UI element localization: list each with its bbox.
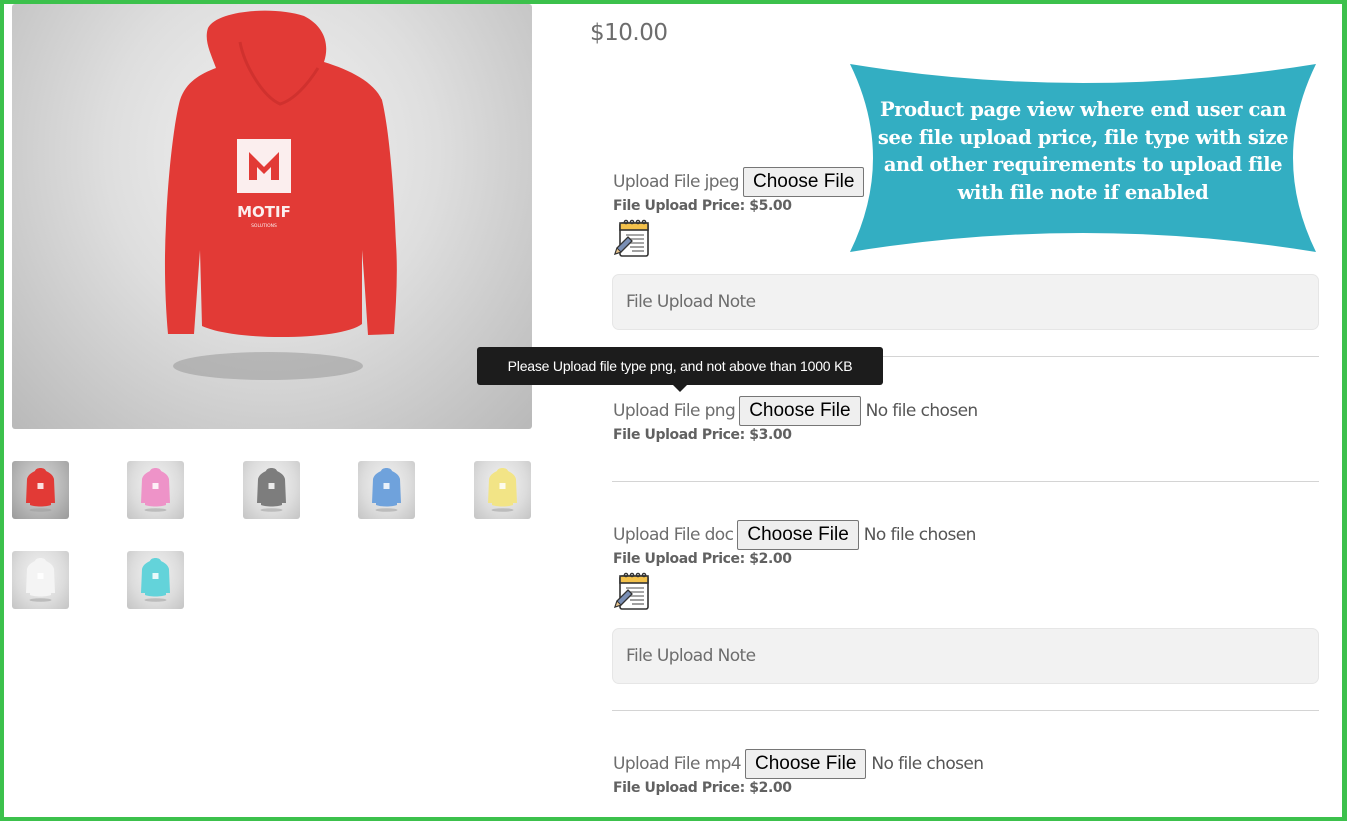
upload-price: File Upload Price: $2.00 [613,551,792,567]
hoodie-thumbnail-icon [141,468,170,512]
divider [612,710,1319,711]
choose-file-button[interactable]: Choose File [739,396,861,426]
upload-label: Upload File mp4 [613,754,742,774]
file-status: No file chosen [865,401,979,421]
hoodie-thumbnail-icon [372,468,401,512]
choose-file-button[interactable]: Choose File [737,520,859,550]
hoodie-thumbnail-icon [257,468,286,512]
hoodie-thumbnail-icon [141,558,170,602]
thumbnail-white-hoodie[interactable] [12,551,69,609]
choose-file-button[interactable]: Choose File [743,167,865,197]
product-main-image[interactable]: MOTIF SOLUTIONS [12,4,532,429]
divider [612,481,1319,482]
thumbnail-grey-hoodie[interactable] [243,461,300,519]
hoodie-thumbnail-icon [26,468,55,512]
hoodie-thumbnail-icon [488,468,517,512]
choose-file-button[interactable]: Choose File [745,749,867,779]
upload-label: Upload File jpeg [613,172,740,192]
svg-text:SOLUTIONS: SOLUTIONS [251,223,277,229]
brand-logo-text: MOTIF [237,203,291,221]
upload-field-png: Upload File png Choose File No file chos… [613,396,978,443]
thumbnail-pink-hoodie[interactable] [127,461,184,519]
thumbnail-turquoise-hoodie[interactable] [127,551,184,609]
upload-label: Upload File doc [613,525,734,545]
upload-field-mp4: Upload File mp4 Choose File No file chos… [613,749,984,796]
upload-label: Upload File png [613,401,736,421]
notepad-icon[interactable] [613,571,651,611]
file-upload-note-input-jpeg[interactable] [612,274,1319,330]
callout-text: Product page view where end user can see… [877,98,1289,204]
upload-price: File Upload Price: $3.00 [613,427,792,443]
product-price: $10.00 [590,20,668,46]
thumbnail-red-hoodie[interactable] [12,461,69,519]
hoodie-image: MOTIF SOLUTIONS [164,10,397,380]
callout-banner: Product page view where end user can see… [850,64,1316,252]
hoodie-thumbnail-icon [26,558,55,602]
upload-price: File Upload Price: $2.00 [613,780,792,796]
file-requirements-tooltip: Please Upload file type png, and not abo… [477,347,883,392]
thumbnail-yellow-hoodie[interactable] [474,461,531,519]
notepad-icon[interactable] [613,218,651,258]
thumbnail-blue-hoodie[interactable] [358,461,415,519]
file-status: No file chosen [863,525,977,545]
file-upload-note-input-doc[interactable] [612,628,1319,684]
upload-field-doc: Upload File doc Choose File No file chos… [613,520,976,611]
upload-field-jpeg: Upload File jpeg Choose File File Upload… [613,167,865,258]
file-status: No file chosen [871,754,984,774]
upload-price: File Upload Price: $5.00 [613,198,792,214]
